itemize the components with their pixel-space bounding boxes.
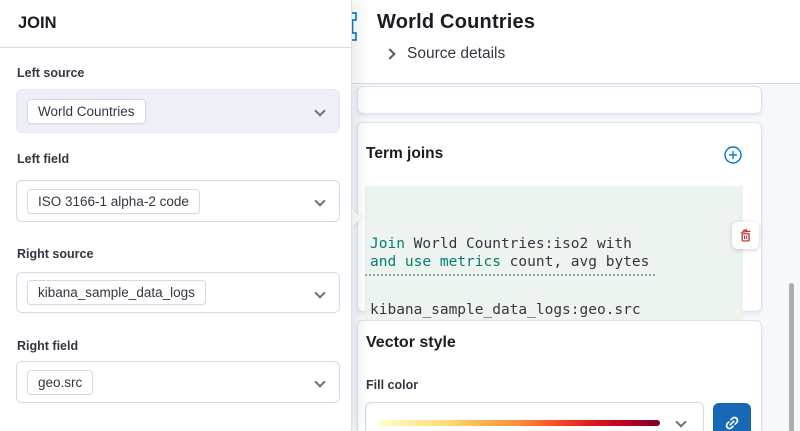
metrics-expression[interactable]: and use metrics count, avg bytes xyxy=(365,250,655,276)
source-details-toggle[interactable]: Source details xyxy=(386,45,505,63)
fill-color-label: Fill color xyxy=(366,378,418,392)
right-source-label: Right source xyxy=(17,247,93,261)
fill-color-ramp xyxy=(378,420,660,426)
app-window: World Countries Source details Term join… xyxy=(0,0,800,431)
link-field-button[interactable] xyxy=(713,403,751,431)
term-joins-heading: Term joins xyxy=(366,145,443,163)
join-editor-flyout: JOIN Left source World Countries Left fi… xyxy=(0,0,352,431)
vector-style-heading: Vector style xyxy=(366,334,456,352)
chevron-down-icon xyxy=(314,105,325,116)
chevron-down-icon xyxy=(314,287,325,298)
left-source-value: World Countries xyxy=(27,99,146,124)
left-field-label: Left field xyxy=(17,152,69,166)
join-flyout-header: JOIN xyxy=(0,0,351,48)
chevron-down-icon xyxy=(314,195,325,206)
scrollbar-thumb[interactable] xyxy=(789,283,794,431)
vector-style-card: Vector style Fill color xyxy=(357,320,762,431)
chevron-right-icon xyxy=(384,48,395,59)
add-join-button plus-circle-icon[interactable] xyxy=(724,146,742,164)
join-expression-line2: kibana_sample_data_logs:geo.src xyxy=(370,299,737,321)
page-title: World Countries xyxy=(377,11,535,34)
scrolled-card-edge xyxy=(357,86,762,114)
left-source-label: Left source xyxy=(17,66,84,80)
fill-color-select[interactable] xyxy=(365,402,704,431)
trash-icon xyxy=(738,228,753,243)
chevron-down-icon xyxy=(314,376,325,387)
chevron-down-icon xyxy=(675,416,686,427)
delete-join-button[interactable] xyxy=(732,222,759,249)
left-source-select[interactable]: World Countries xyxy=(16,89,340,133)
source-details-label: Source details xyxy=(407,45,505,63)
right-field-select[interactable]: geo.src xyxy=(16,361,340,403)
link-icon xyxy=(719,410,744,431)
join-flyout-title: JOIN xyxy=(18,14,57,33)
right-field-label: Right field xyxy=(17,339,78,353)
left-field-select[interactable]: ISO 3166-1 alpha-2 code xyxy=(16,180,340,222)
right-source-value: kibana_sample_data_logs xyxy=(27,280,206,305)
term-joins-card: Term joins Join World Countries:iso2 wit… xyxy=(357,122,762,312)
right-source-select[interactable]: kibana_sample_data_logs xyxy=(16,272,340,313)
right-field-value: geo.src xyxy=(27,370,93,395)
left-field-value: ISO 3166-1 alpha-2 code xyxy=(27,189,200,214)
